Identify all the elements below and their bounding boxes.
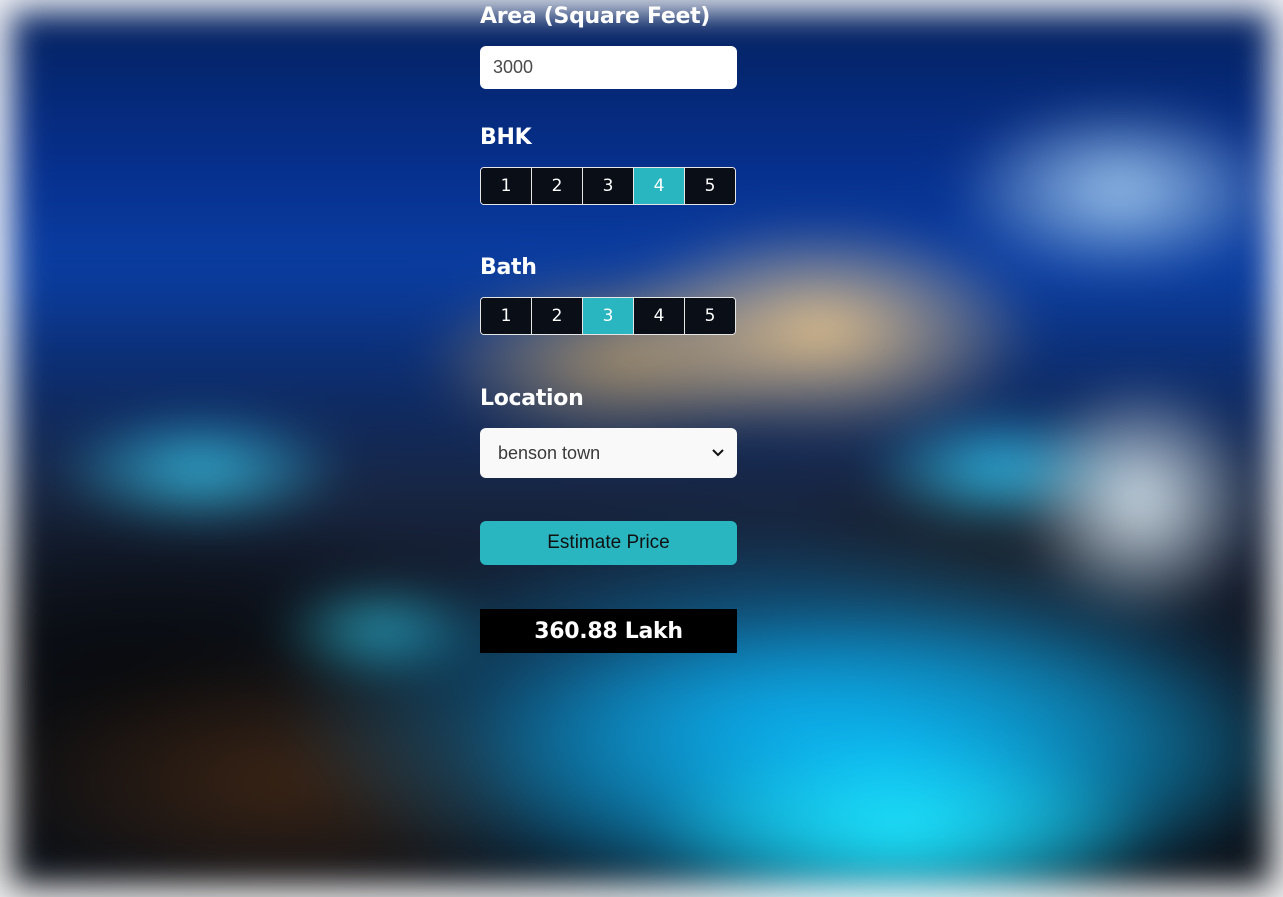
- bath-label: Bath: [480, 255, 537, 280]
- bhk-selector: 1 2 3 4 5: [480, 167, 736, 205]
- bath-option-2[interactable]: 2: [532, 298, 583, 334]
- location-label: Location: [480, 386, 584, 411]
- bath-selector: 1 2 3 4 5: [480, 297, 736, 335]
- location-selected-value: benson town: [498, 442, 601, 463]
- bhk-option-1[interactable]: 1: [481, 168, 532, 204]
- bath-option-3[interactable]: 3: [583, 298, 634, 334]
- bhk-option-2[interactable]: 2: [532, 168, 583, 204]
- bhk-option-4[interactable]: 4: [634, 168, 685, 204]
- bath-option-1[interactable]: 1: [481, 298, 532, 334]
- location-select[interactable]: benson town: [480, 428, 737, 478]
- bath-option-5[interactable]: 5: [685, 298, 735, 334]
- estimated-price-result: 360.88 Lakh: [480, 609, 737, 653]
- area-label: Area (Square Feet): [480, 4, 711, 29]
- bath-option-4[interactable]: 4: [634, 298, 685, 334]
- estimate-price-button[interactable]: Estimate Price: [480, 521, 737, 565]
- area-input[interactable]: [480, 46, 737, 89]
- chevron-down-icon: [711, 446, 725, 460]
- bhk-option-5[interactable]: 5: [685, 168, 735, 204]
- bhk-label: BHK: [480, 125, 532, 150]
- bhk-option-3[interactable]: 3: [583, 168, 634, 204]
